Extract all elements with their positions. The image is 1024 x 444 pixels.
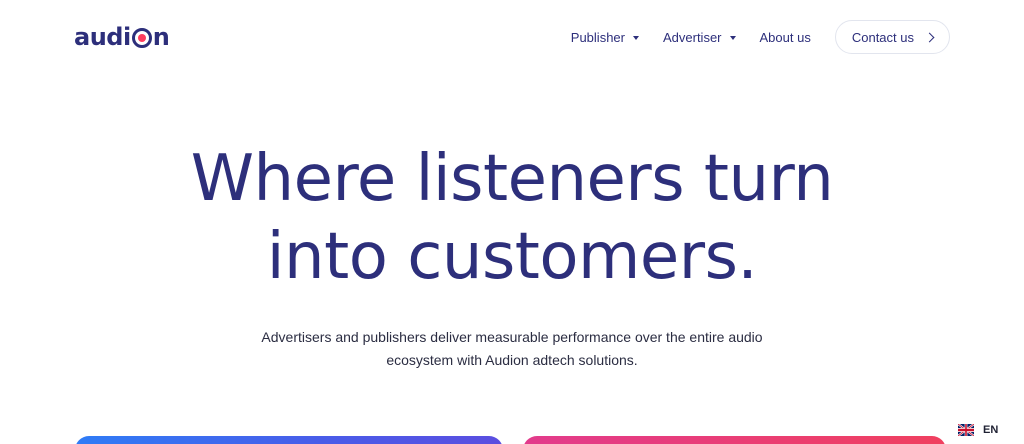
nav-advertiser[interactable]: Advertiser — [663, 30, 736, 45]
nav-advertiser-label: Advertiser — [662, 29, 722, 45]
main-nav: Publisher Advertiser About us Contact us — [571, 19, 950, 55]
nav-publisher[interactable]: Publisher — [571, 30, 639, 45]
language-code: EN — [983, 424, 999, 436]
hero-subtitle-line-1: Advertisers and publishers deliver measu… — [261, 329, 763, 345]
audion-logo[interactable]: audi n — [74, 22, 170, 52]
nav-about-us[interactable]: About us — [760, 30, 811, 45]
advertiser-card[interactable] — [75, 436, 503, 444]
uk-flag-icon — [958, 424, 974, 436]
caret-down-icon — [729, 35, 736, 40]
publisher-card[interactable] — [523, 436, 946, 444]
hero-subtitle: Advertisers and publishers deliver measu… — [212, 326, 812, 372]
chevron-right-icon — [924, 32, 935, 42]
page: audi n Publisher Advertiser About us Cont… — [0, 0, 1024, 444]
contact-us-label: Contact us — [851, 29, 914, 45]
caret-down-icon — [632, 35, 639, 40]
site-header: audi n Publisher Advertiser About us Cont… — [0, 0, 1024, 76]
logo-text-start: audi — [74, 23, 131, 51]
language-switcher[interactable]: EN — [952, 416, 1016, 444]
nav-about-us-label: About us — [759, 29, 811, 45]
hero-title-line-2: into customers. — [266, 220, 758, 294]
logo-text-end: n — [152, 23, 170, 51]
contact-us-button[interactable]: Contact us — [834, 20, 950, 54]
logo-dot-icon — [131, 28, 152, 48]
hero-title: Where listeners turn into customers. — [0, 140, 1024, 296]
nav-publisher-label: Publisher — [570, 29, 625, 45]
hero-title-line-1: Where listeners turn — [190, 142, 834, 216]
hero-subtitle-line-2: ecosystem with Audion adtech solutions. — [386, 352, 638, 368]
